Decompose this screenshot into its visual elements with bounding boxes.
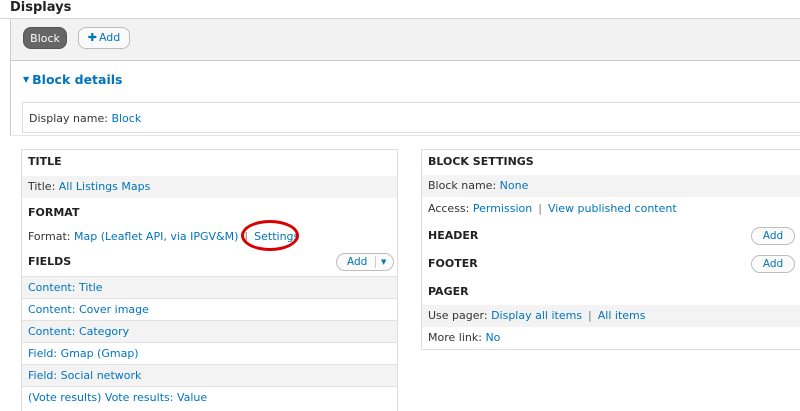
block-details-panel: ▼ Block details Display name: Block: [10, 61, 800, 135]
display-name-row: Display name: Block: [22, 102, 800, 133]
field-item: Field: Social network: [22, 364, 397, 386]
tab-block[interactable]: Block: [23, 27, 67, 49]
field-link[interactable]: Content: Title: [28, 281, 103, 294]
title-row: Title: All Listings Maps: [22, 176, 397, 198]
pager-options-link[interactable]: All items: [598, 309, 646, 322]
access-link[interactable]: Permission: [473, 202, 532, 215]
footer-section-heading: FOOTER: [428, 257, 478, 270]
block-settings-heading: BLOCK SETTINGS: [428, 155, 534, 168]
access-label: Access:: [428, 202, 470, 215]
field-link[interactable]: Content: Cover image: [28, 303, 149, 316]
footer-add-button[interactable]: Add: [751, 255, 795, 273]
block-name-row: Block name: None: [422, 175, 800, 197]
separator: |: [538, 202, 542, 215]
divider: [375, 256, 376, 268]
page-title: Displays: [10, 0, 72, 15]
add-display-button[interactable]: ✚ Add: [78, 27, 130, 49]
title-link[interactable]: All Listings Maps: [59, 180, 151, 193]
field-item: Content: Category: [22, 320, 397, 342]
field-item: Content: Cover image: [22, 298, 397, 320]
access-permission-link[interactable]: View published content: [548, 202, 677, 215]
divider: [10, 135, 800, 136]
field-link[interactable]: Content: Category: [28, 325, 129, 338]
block-details-toggle[interactable]: ▼ Block details: [23, 72, 122, 87]
add-display-label: Add: [98, 31, 121, 44]
title-section-heading: TITLE: [28, 155, 62, 168]
settings-highlight-ring: [241, 220, 299, 251]
field-link[interactable]: Field: Gmap (Gmap): [28, 347, 139, 360]
format-label: Format:: [28, 230, 71, 243]
header-section-heading: HEADER: [428, 229, 479, 242]
field-item: Content: Title: [22, 276, 397, 298]
use-pager-row: Use pager: Display all items | All items: [422, 305, 800, 327]
block-details-heading: Block details: [32, 72, 123, 87]
header-add-button[interactable]: Add: [751, 227, 795, 245]
access-row: Access: Permission | View published conten…: [422, 198, 800, 220]
fields-add-dropdown-button[interactable]: Add ▼: [336, 253, 394, 271]
field-link[interactable]: Field: Social network: [28, 369, 141, 382]
block-name-label: Block name:: [428, 179, 497, 192]
display-name-link[interactable]: Block: [111, 112, 141, 125]
separator: |: [588, 309, 592, 322]
display-name-label: Display name:: [29, 112, 108, 125]
pager-section-heading: PAGER: [428, 285, 469, 298]
more-link-row: More link: No: [422, 327, 800, 349]
use-pager-link[interactable]: Display all items: [491, 309, 582, 322]
right-column: BLOCK SETTINGS Block name: None Access: …: [421, 149, 800, 350]
caret-down-icon: ▼: [23, 75, 30, 84]
title-label: Title:: [28, 180, 56, 193]
left-column: TITLE Title: All Listings Maps FORMAT Fo…: [21, 149, 398, 411]
format-link[interactable]: Map (Leaflet API, via IPGV&M): [74, 230, 238, 243]
fields-add-label: Add: [347, 256, 368, 268]
format-section-heading: FORMAT: [28, 206, 80, 219]
more-link-link[interactable]: No: [485, 331, 500, 344]
block-name-link[interactable]: None: [500, 179, 529, 192]
use-pager-label: Use pager:: [428, 309, 488, 322]
caret-down-icon: ▼: [381, 258, 387, 266]
format-row: Format: Map (Leaflet API, via IPGV&M) | Se…: [22, 226, 397, 248]
plus-icon: ✚: [87, 31, 97, 44]
field-item: Field: Gmap (Gmap): [22, 342, 397, 364]
more-link-label: More link:: [428, 331, 482, 344]
field-link[interactable]: (Vote results) Vote results: Value: [28, 391, 207, 404]
display-tabs-bar: Block ✚ Add: [10, 19, 800, 61]
field-item: (Vote results) Vote results: Value: [22, 386, 397, 408]
